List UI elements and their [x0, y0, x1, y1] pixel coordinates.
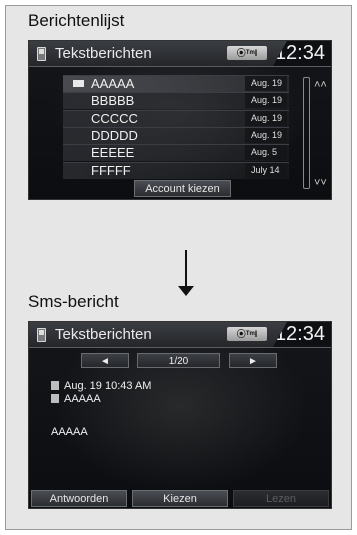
message-list-item[interactable]: AAAAA Aug. 19	[63, 75, 289, 92]
sender-row: AAAAA	[51, 393, 101, 405]
clock-tab: 12:34	[273, 322, 331, 347]
sms-section-heading: Sms-bericht	[28, 292, 119, 311]
clock: 12:34	[274, 42, 325, 64]
title-bar: Tekstberichten ⦿ᵀᵐl 12:34	[29, 322, 331, 348]
contact-icon	[51, 394, 59, 403]
timestamp-row: Aug. 19 10:43 AM	[51, 380, 151, 392]
read-button[interactable]: Lezen	[233, 490, 329, 507]
list-section-heading: Berichtenlijst	[28, 11, 125, 30]
message-date: Aug. 19	[245, 127, 287, 143]
screen-background	[29, 322, 331, 508]
message-timestamp: Aug. 19 10:43 AM	[64, 380, 152, 392]
calendar-icon	[51, 381, 59, 390]
screen-title: Tekstberichten	[55, 326, 152, 343]
sms-detail-screen: Tekstberichten ⦿ᵀᵐl 12:34 ◄ 1/20 ► Aug. …	[28, 321, 332, 509]
message-date: Aug. 19	[245, 76, 287, 91]
phone-icon	[37, 47, 46, 61]
choose-account-button[interactable]: Account kiezen	[134, 180, 231, 197]
message-date: Aug. 5	[245, 145, 287, 161]
clock-tab: 12:34	[273, 41, 331, 66]
envelope-icon	[73, 80, 84, 87]
message-list-screen: Tekstberichten ⦿ᵀᵐl 12:34 AAAAA Aug. 19 BB…	[28, 40, 332, 200]
down-arrow-icon	[178, 286, 194, 296]
phone-icon	[37, 328, 46, 342]
message-date: Aug. 19	[245, 93, 287, 109]
message-date: Aug. 19	[245, 110, 287, 126]
message-sender-name: AAAAA	[91, 76, 135, 91]
screen-title: Tekstberichten	[55, 45, 152, 62]
title-bar: Tekstberichten ⦿ᵀᵐl 12:34	[29, 41, 331, 67]
message-list-item[interactable]: DDDDD Aug. 19	[63, 126, 289, 144]
next-message-button[interactable]: ►	[229, 353, 277, 368]
message-list-item[interactable]: EEEEE Aug. 5	[63, 144, 289, 162]
message-sender-name: DDDDD	[91, 127, 138, 143]
page-indicator: 1/20	[137, 353, 220, 368]
message-body: AAAAA	[51, 426, 88, 438]
message-date: July 14	[245, 162, 287, 178]
message-list-item[interactable]: CCCCC Aug. 19	[63, 109, 289, 127]
message-sender: AAAAA	[64, 393, 101, 405]
bluetooth-signal-badge: ⦿ᵀᵐl	[227, 327, 267, 341]
message-list-item[interactable]: BBBBB Aug. 19	[63, 92, 289, 110]
previous-message-button[interactable]: ◄	[81, 353, 129, 368]
message-sender-name: CCCCC	[91, 110, 138, 126]
message-sender-name: EEEEE	[91, 145, 135, 161]
double-chevron-up-icon[interactable]: ˄˄	[314, 79, 327, 91]
scrollbar[interactable]	[303, 77, 310, 189]
clock: 12:34	[274, 323, 325, 345]
transition-arrow-shaft	[185, 250, 187, 290]
double-chevron-down-icon[interactable]: ˅˅	[314, 177, 327, 189]
select-button[interactable]: Kiezen	[132, 490, 228, 507]
reply-button[interactable]: Antwoorden	[31, 490, 127, 507]
message-list-item[interactable]: FFFFF July 14	[63, 161, 289, 179]
message-sender-name: FFFFF	[91, 162, 131, 178]
message-sender-name: BBBBB	[91, 93, 135, 109]
bluetooth-signal-badge: ⦿ᵀᵐl	[227, 46, 267, 60]
